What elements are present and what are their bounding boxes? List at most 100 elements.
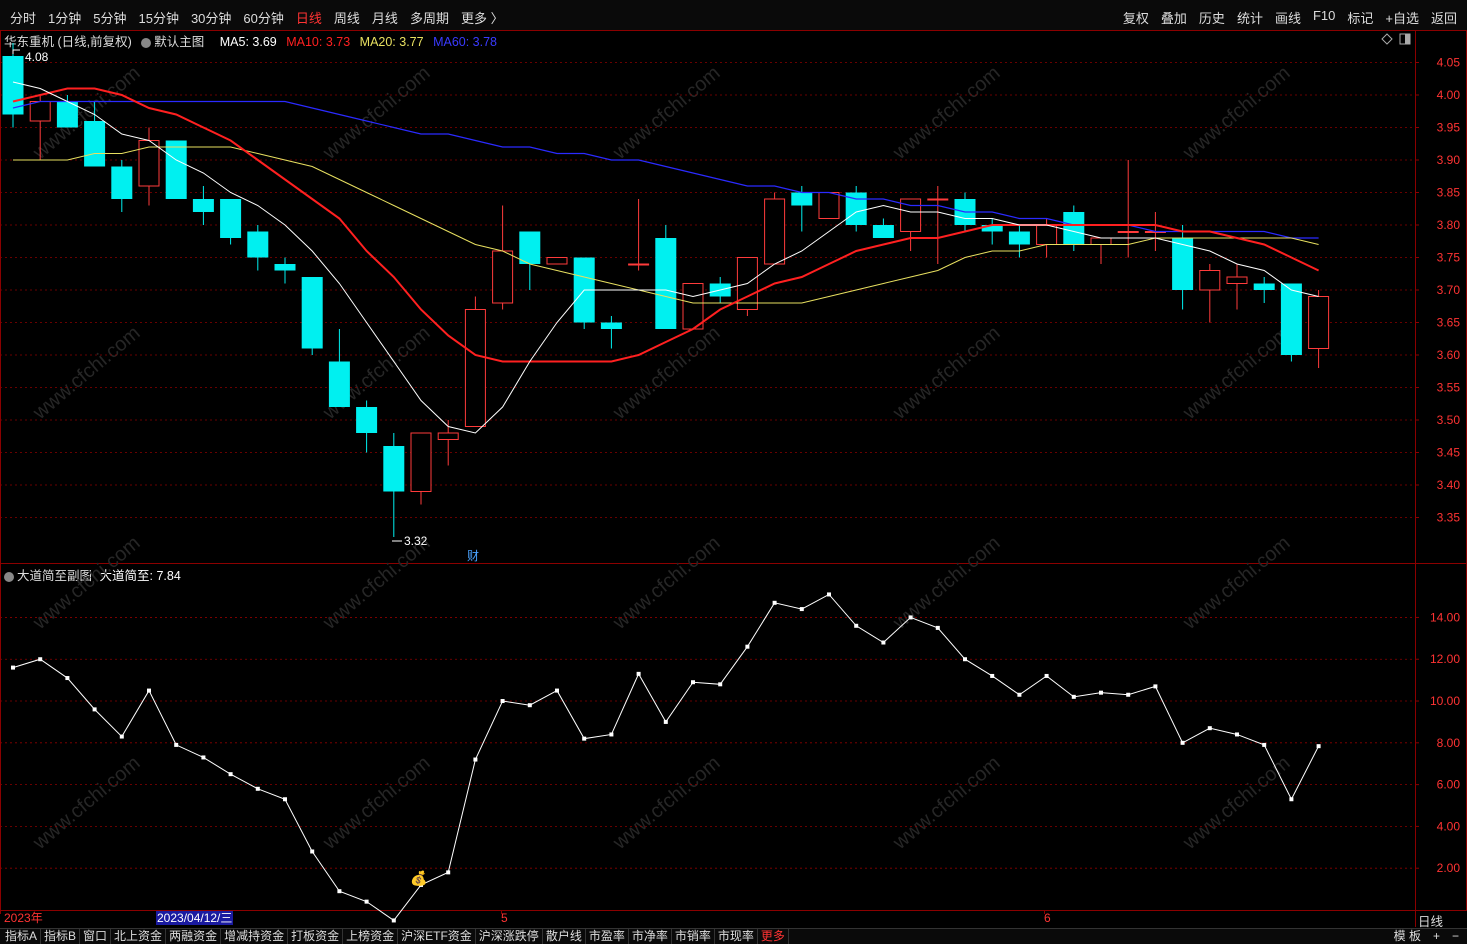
indicator-tab[interactable]: 上榜资金 [343,929,399,944]
bottom-control[interactable]: + [1427,929,1446,944]
chart-canvas[interactable]: www.cfchi.com www.cfchi.com www.cfchi.com w… [0,30,1467,928]
period-tab[interactable]: 多周期 [404,8,455,27]
y-tick-label: 3.45 [1437,446,1461,460]
watermark-text: www.cfchi.com [1178,752,1294,855]
indicator-tab[interactable]: 市盈率 [586,929,629,944]
indicator-tab[interactable]: 指标A [2,929,42,944]
candle-body [1008,231,1030,245]
high-price-label: 4.08 [25,50,49,64]
candle-body [29,101,51,122]
sub-data-point [1044,673,1049,678]
period-tab[interactable]: 分时 [4,8,42,27]
toolbar-action[interactable]: +自选 [1379,8,1425,27]
candle [900,198,922,251]
bottom-right-controls: 模 板 + − [1388,929,1465,944]
candle [546,257,568,265]
candle-body [1090,237,1112,245]
watermark-text: www.cfchi.com [608,532,724,635]
sub-data-point [636,671,641,676]
indicator-tab[interactable]: 散户线 [543,929,586,944]
sub-data-point [255,786,260,791]
toolbar-action[interactable]: 标记 [1341,8,1379,27]
indicator-tab[interactable]: 北上资金 [111,929,167,944]
candle-body [464,309,486,427]
y-tick-label: 2.00 [1437,861,1461,875]
sub-data-point [337,889,342,894]
period-tab[interactable]: 5分钟 [87,8,132,27]
candle [1090,237,1112,264]
sub-data-point [201,755,206,760]
indicator-tab[interactable]: 沪深ETF资金 [398,929,476,944]
toolbar-action[interactable]: 复权 [1117,8,1155,27]
period-tab[interactable]: 1分钟 [42,8,87,27]
candle [220,199,242,245]
sub-data-point [473,757,478,762]
candle-body [1199,270,1221,291]
period-tab[interactable]: 30分钟 [185,8,237,27]
bottom-control[interactable]: − [1446,929,1465,944]
candle-body [655,238,677,329]
sub-data-point [609,732,614,737]
sub-data-point [500,699,505,704]
sub-data-point [11,665,15,670]
watermark-text: www.cfchi.com [888,62,1004,165]
y-tick-label: 3.95 [1437,121,1461,135]
sub-data-point [310,849,315,854]
candle [1253,277,1275,303]
sub-data-point [364,899,369,904]
sub-data-point [283,797,287,802]
candle-body [1308,296,1330,349]
period-tab[interactable]: 60分钟 [237,8,289,27]
candle [274,257,296,284]
toolbar-actions: 复权 叠加 历史 统计 画线 F10 标记 +自选 返回 [1117,8,1463,27]
y-tick-label: 12.00 [1430,652,1460,666]
candle-body [1063,212,1085,245]
sub-data-point [582,736,587,741]
indicator-tab[interactable]: 指标B [41,929,81,944]
indicator-tab[interactable]: 增减持资金 [221,929,289,944]
sub-data-point [827,592,831,597]
toolbar-action[interactable]: 返回 [1425,8,1463,27]
y-tick-label: 3.90 [1437,153,1461,167]
indicator-tab[interactable]: 沪深涨跌停 [476,929,543,944]
sub-data-point [228,772,233,777]
sub-data-point [881,640,886,645]
indicator-tab[interactable]: 更多 [758,929,789,944]
sub-data-point [147,688,151,693]
sub-data-point [174,742,179,747]
period-tab[interactable]: 周线 [328,8,366,27]
toolbar-action[interactable]: 叠加 [1155,8,1193,27]
sub-data-point [38,657,43,662]
period-tab[interactable]: 15分钟 [132,8,184,27]
period-tab[interactable]: 更多 〉 [455,8,510,27]
y-tick-label: 3.65 [1437,316,1461,330]
candle [410,432,432,505]
indicator-tab[interactable]: 打板资金 [288,929,344,944]
toolbar-action[interactable]: 历史 [1193,8,1231,27]
sub-data-point [446,870,451,875]
indicator-tab[interactable]: 市销率 [672,929,715,944]
y-tick-label: 6.00 [1437,778,1461,792]
watermark-text: www.cfchi.com [888,322,1004,425]
sub-data-point [963,657,967,662]
toolbar-action[interactable]: F10 [1307,8,1341,27]
candle-body [410,432,432,492]
period-tab[interactable]: 月线 [366,8,404,27]
toolbar-action[interactable]: 统计 [1231,8,1269,27]
period-tab[interactable]: 日线 [290,8,328,27]
sub-data-point [1126,692,1131,697]
toolbar-action[interactable]: 画线 [1269,8,1307,27]
candle-body [274,264,296,271]
sub-data-point [1099,690,1103,695]
indicator-tab[interactable]: 窗口 [80,929,112,944]
candle-body [328,361,350,407]
indicator-tab[interactable]: 市净率 [629,929,672,944]
sub-data-point [799,607,804,612]
candle [764,192,786,265]
sub-data-point [990,673,995,678]
indicator-tab[interactable]: 市现率 [715,929,758,944]
indicator-tab[interactable]: 两融资金 [166,929,222,944]
bottom-control[interactable]: 模 板 [1388,929,1427,944]
watermark-text: www.cfchi.com [1178,62,1294,165]
candle-body [927,198,949,201]
